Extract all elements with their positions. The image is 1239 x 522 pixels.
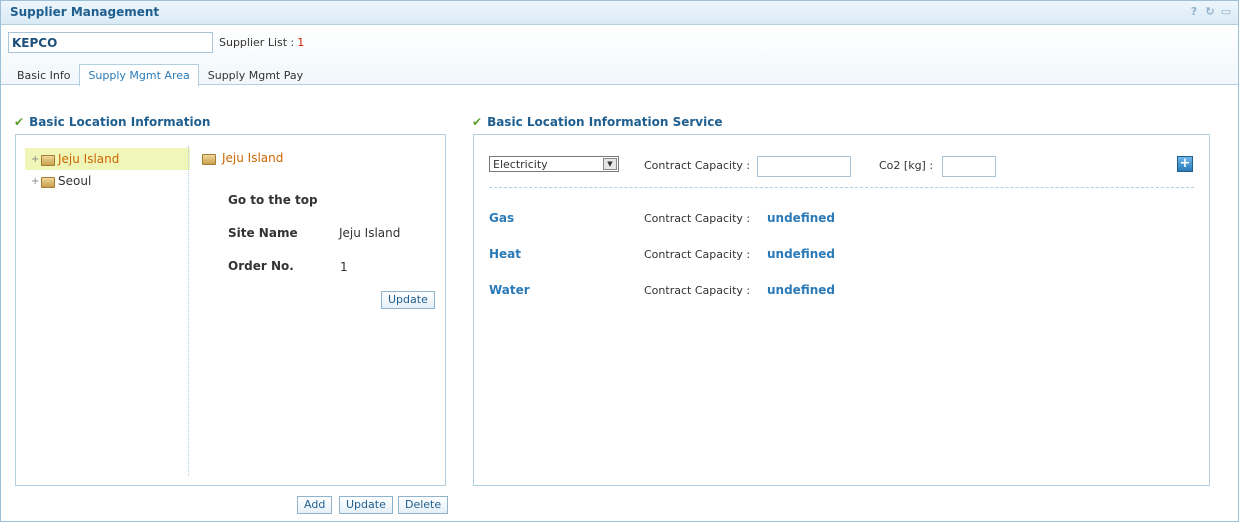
service-row-value: undefined (767, 283, 835, 297)
order-no-value: 1 (340, 260, 348, 274)
title-bar: Supplier Management ? ↻ ▭ (1, 1, 1238, 25)
location-info-heading: ✔ Basic Location Information (14, 115, 210, 129)
help-icon[interactable]: ? (1188, 6, 1200, 18)
location-info-heading-text: Basic Location Information (29, 115, 211, 129)
service-panel: Electricity ▼ Contract Capacity : Co2 [k… (473, 134, 1210, 486)
check-icon: ✔ (14, 115, 25, 129)
folder-icon (202, 153, 216, 165)
location-detail: Jeju Island (202, 151, 442, 165)
refresh-icon[interactable]: ↻ (1204, 6, 1216, 18)
tab-supply-mgmt-area[interactable]: Supply Mgmt Area (79, 64, 199, 86)
supplier-name-input[interactable] (8, 32, 213, 53)
check-icon: ✔ (472, 115, 483, 129)
detail-update-button[interactable]: Update (381, 291, 435, 309)
service-type-select[interactable]: Electricity ▼ (489, 156, 619, 172)
service-row-gas: Gas (489, 211, 515, 225)
service-row-label: Contract Capacity : (644, 284, 751, 297)
add-button[interactable]: Add (297, 496, 333, 514)
folder-icon (41, 176, 55, 188)
separator (489, 187, 1194, 188)
delete-button[interactable]: Delete (398, 496, 449, 514)
service-heading: ✔ Basic Location Information Service (472, 115, 722, 129)
detail-title: Jeju Island (202, 151, 442, 165)
location-info-panel: + Jeju Island + Seoul Jeju Island Go to … (15, 134, 446, 486)
service-row-water: Water (489, 283, 530, 297)
service-row-label: Contract Capacity : (644, 248, 751, 261)
order-no-label: Order No. (228, 259, 294, 273)
service-row-label: Contract Capacity : (644, 212, 751, 225)
title-icons: ? ↻ ▭ (1188, 6, 1232, 18)
add-service-icon[interactable]: + (1177, 156, 1193, 172)
expand-icon[interactable]: + (31, 176, 41, 187)
panel-divider (188, 146, 189, 476)
detail-title-text: Jeju Island (222, 151, 284, 165)
update-button[interactable]: Update (339, 496, 393, 514)
co2-label: Co2 [kg] : (879, 159, 934, 172)
tree-item-jeju-island[interactable]: + Jeju Island (25, 148, 190, 170)
supplier-list-label: Supplier List : (219, 36, 295, 49)
tree-item-seoul[interactable]: + Seoul (25, 170, 190, 192)
supplier-list-info: Supplier List :1 (219, 36, 304, 49)
site-name-value: Jeju Island (339, 226, 401, 240)
capacity-input[interactable] (757, 156, 851, 177)
service-type-value: Electricity (493, 158, 548, 171)
supplier-list-count: 1 (297, 36, 305, 49)
window-title: Supplier Management (10, 5, 160, 19)
folder-icon (41, 154, 55, 166)
co2-input[interactable] (942, 156, 996, 177)
minimize-icon[interactable]: ▭ (1220, 6, 1232, 18)
service-heading-text: Basic Location Information Service (487, 115, 723, 129)
service-row-value: undefined (767, 211, 835, 225)
header-area: Supplier List :1 Basic Info Supply Mgmt … (1, 25, 1238, 86)
expand-icon[interactable]: + (31, 154, 41, 165)
site-name-label: Site Name (228, 226, 298, 240)
dropdown-arrow-icon[interactable]: ▼ (603, 158, 617, 170)
service-row-heat: Heat (489, 247, 522, 261)
tree-item-label: Seoul (58, 174, 92, 188)
location-tree: + Jeju Island + Seoul (25, 148, 190, 192)
tab-bar: Basic Info Supply Mgmt Area Supply Mgmt … (8, 64, 312, 86)
service-row-value: undefined (767, 247, 835, 261)
capacity-label: Contract Capacity : (644, 159, 751, 172)
tree-item-label: Jeju Island (58, 152, 120, 166)
tab-supply-mgmt-pay[interactable]: Supply Mgmt Pay (199, 64, 312, 85)
go-to-top-link[interactable]: Go to the top (228, 193, 318, 207)
tab-basic-info[interactable]: Basic Info (8, 64, 79, 85)
